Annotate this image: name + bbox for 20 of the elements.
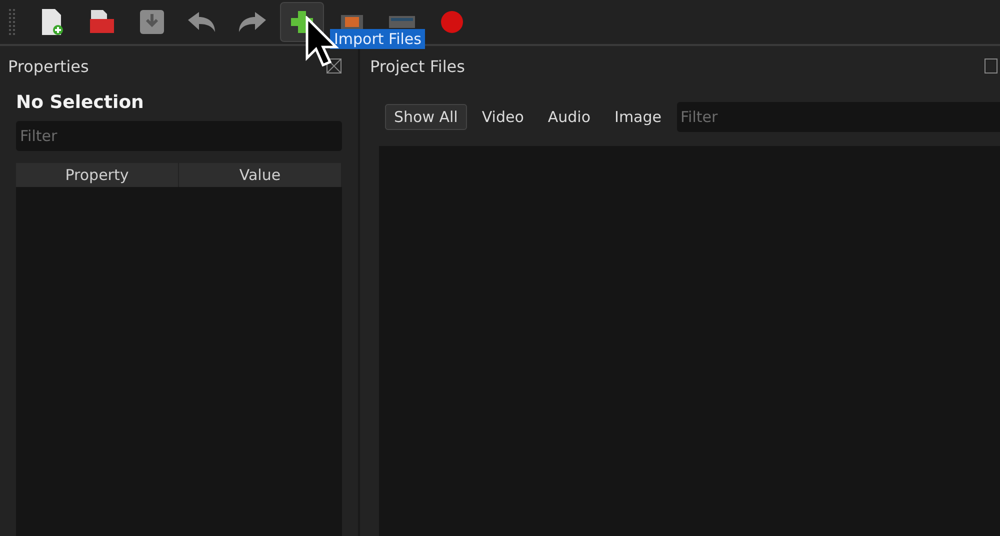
selection-heading: No Selection [16,92,145,113]
toolbar-grip[interactable] [8,8,16,36]
panel-title: Project Files [370,56,465,76]
filter-field[interactable]: Filter [676,102,1000,132]
filter-tab[interactable]: Audio [538,104,600,130]
redo-icon [237,11,267,33]
new-file-icon [40,8,64,36]
panel-title: Properties [8,56,89,76]
float-icon[interactable] [984,58,998,74]
record-icon [440,10,464,34]
save-icon [139,9,165,35]
tooltip: Import Files [330,29,426,49]
open-folder-icon [88,9,116,35]
filter-field[interactable]: Filter [16,121,342,151]
filter-tab[interactable]: Image [606,104,670,130]
filter-tab[interactable]: Show All [385,104,467,130]
filter-tab[interactable]: Video [472,104,533,130]
film-strip-icon [389,16,415,28]
film-icon [341,15,363,29]
undo-icon [187,11,217,33]
